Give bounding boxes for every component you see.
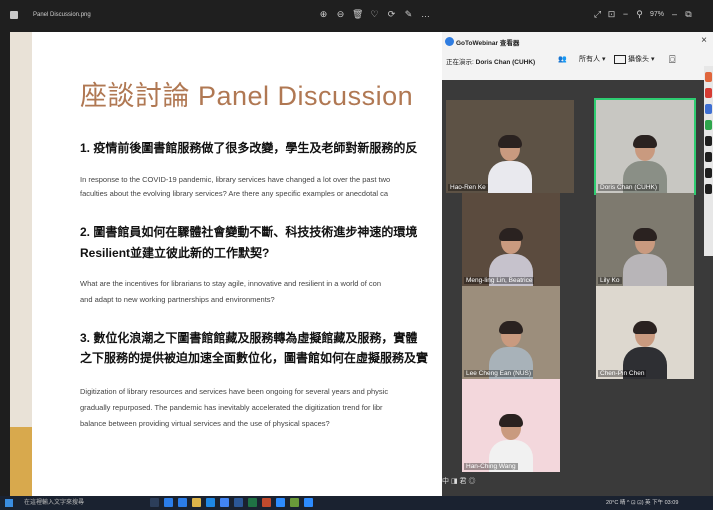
question-1-body-line-2: faculties about the evolving library ser…	[80, 189, 389, 198]
camera-dropdown[interactable]: 攝像头 ▾	[614, 52, 654, 68]
zoom-in-icon[interactable]: ⊕	[318, 9, 329, 20]
camera-icon	[614, 54, 626, 64]
audience-label: 所有人	[579, 56, 600, 63]
folder-icon[interactable]	[192, 498, 201, 507]
audience-dropdown[interactable]: 所有人 ▾	[579, 52, 605, 68]
slide-accent-band	[10, 427, 32, 496]
zoom-out-icon[interactable]: ⊖	[335, 9, 346, 20]
windows-start-icon[interactable]	[5, 499, 13, 507]
zoom-icon[interactable]: ⚲	[634, 9, 645, 20]
screen-icon[interactable]	[705, 136, 712, 146]
video-grid: Hao-Ren Ke Doris Chan (CUHK) Meng-ling L…	[442, 80, 713, 496]
participant-tile[interactable]: Doris Chan (CUHK)	[594, 98, 696, 195]
word-icon[interactable]	[234, 498, 243, 507]
question-2-body-line-2: and adapt to new working partnerships an…	[80, 295, 275, 304]
photos-app-icon	[10, 11, 18, 19]
gotowebinar-taskbar-icon[interactable]	[304, 498, 313, 507]
zoom-level: 97%	[650, 11, 665, 18]
question-1-heading: 1. 疫情前後圖書館服務做了很多改變，學生及老師對新服務的反	[80, 141, 418, 155]
question-1-body-line-1: In response to the COVID-19 pandemic, li…	[80, 175, 391, 184]
participant-tile[interactable]: Lee Cheng Ean (NUS)	[462, 286, 560, 379]
question-2-body-line-1: What are the incentives for librarians t…	[80, 279, 381, 288]
webinar-title: GoToWebinar 查看器	[456, 40, 520, 47]
photo-viewer-titlebar: Panel Discussion.png ⊕ ⊖ 🗑 ♡ ⟳ ✎ … ⤢ ⊡ −…	[0, 0, 713, 30]
slide-title: 座談討論 Panel Discussion	[80, 81, 414, 111]
task-view-icon[interactable]	[150, 498, 159, 507]
minimize-icon[interactable]: –	[669, 9, 680, 20]
blue-tool-icon[interactable]	[705, 104, 712, 114]
more-icon[interactable]: …	[420, 9, 431, 20]
restore-icon[interactable]: ⧉	[683, 9, 694, 20]
taskbar-search-box[interactable]: 在這裡輸入文字來搜尋	[24, 498, 134, 508]
minus-icon[interactable]: −	[620, 9, 631, 20]
people-icon[interactable]: 👥	[558, 52, 567, 68]
store-icon[interactable]	[206, 498, 215, 507]
participant-name: Hao-Ren Ke	[448, 184, 488, 191]
windows-taskbar: 在這裡輸入文字來搜尋 20°C 晴 ^ ⊡ ⊡) 英 下午 03:09	[0, 496, 713, 510]
favorite-icon[interactable]: ♡	[369, 9, 380, 20]
presenter-name: Doris Chan (CUHK)	[475, 59, 536, 66]
question-3-heading-line-1: 3. 數位化浪潮之下圖書館館藏及服務轉為虛擬館藏及服務，實體	[80, 331, 418, 345]
compass-icon[interactable]	[705, 184, 712, 194]
viewer-window-controls: ⤢ ⊡ − ⚲ 97% – ⧉	[592, 9, 694, 20]
app-icon[interactable]	[290, 498, 299, 507]
participant-tile[interactable]: Chen-Pin Chen	[596, 286, 694, 379]
system-tray: 20°C 晴 ^ ⊡ ⊡) 英 下午 03:09	[606, 500, 679, 506]
fullscreen-icon[interactable]: ⤢	[592, 9, 603, 20]
file-explorer-icon[interactable]	[178, 498, 187, 507]
fit-icon[interactable]: ⊡	[606, 9, 617, 20]
participant-figure	[488, 135, 532, 193]
question-3-body-line-2: gradually repurposed. The pandemic has i…	[80, 403, 383, 412]
info-icon[interactable]	[705, 152, 712, 162]
viewer-toolbar: ⊕ ⊖ 🗑 ♡ ⟳ ✎ …	[318, 9, 431, 20]
question-3-body-line-3: balance between providing virtual servic…	[80, 419, 330, 428]
question-2-heading-line-2: Resilient並建立彼此新的工作默契?	[80, 246, 270, 260]
participant-figure	[623, 228, 667, 286]
question-3-body-line-1: Digitization of library resources and se…	[80, 387, 389, 396]
webinar-side-toolbar	[704, 66, 713, 256]
settings-icon[interactable]	[705, 168, 712, 178]
rotate-icon[interactable]: ⟳	[386, 9, 397, 20]
powerpoint-icon[interactable]	[262, 498, 271, 507]
green-tool-icon[interactable]	[705, 120, 712, 130]
edge-icon[interactable]	[164, 498, 173, 507]
close-icon[interactable]: ×	[701, 35, 707, 46]
question-3-heading-line-2: 之下服務的提供被迫加速全面數位化，圖書館如何在虛擬服務及實	[80, 351, 429, 365]
participant-name: Lily Ko	[598, 277, 622, 284]
webinar-header: GoToWebinar 查看器 × 正在演示: Doris Chan (CUHK…	[442, 32, 713, 80]
participant-name: Chen-Pin Chen	[598, 370, 647, 377]
zoom-app-icon[interactable]	[276, 498, 285, 507]
presenter-info: 正在演示: Doris Chan (CUHK)	[446, 56, 535, 66]
participant-tile[interactable]: Meng-ling Lin, Beatrice	[462, 193, 560, 286]
webinar-footer-controls[interactable]: 中 ◨ 君 ◎	[442, 476, 482, 492]
orange-tool-icon[interactable]	[705, 72, 712, 82]
camera-label: 攝像头	[628, 56, 649, 63]
participant-tile[interactable]: Han-Ching Wang	[462, 379, 560, 472]
participant-tile[interactable]: Hao-Ren Ke	[446, 100, 574, 193]
participant-name: Lee Cheng Ean (NUS)	[464, 370, 534, 377]
chrome-icon[interactable]	[220, 498, 229, 507]
participant-name: Han-Ching Wang	[464, 463, 518, 470]
presentation-slide: 座談討論 Panel Discussion 1. 疫情前後圖書館服務做了很多改變…	[10, 32, 442, 496]
participant-name: Doris Chan (CUHK)	[598, 184, 660, 191]
file-name: Panel Discussion.png	[33, 12, 91, 18]
participant-tile[interactable]: Lily Ko	[596, 193, 694, 286]
taskbar-apps	[150, 498, 313, 507]
question-2-heading-line-1: 2. 圖書館員如何在驟體社會變動不斷、科技技術進步神速的環境	[80, 225, 418, 239]
edit-icon[interactable]: ✎	[403, 9, 414, 20]
excel-icon[interactable]	[248, 498, 257, 507]
gotowebinar-logo-icon	[445, 37, 454, 46]
presenter-label: 正在演示:	[446, 59, 474, 66]
screenshot-icon[interactable]: ⌼	[669, 52, 676, 68]
gotowebinar-viewer: GoToWebinar 查看器 × 正在演示: Doris Chan (CUHK…	[442, 32, 713, 496]
participant-name: Meng-ling Lin, Beatrice	[464, 277, 535, 284]
delete-icon[interactable]: 🗑	[352, 9, 363, 20]
microphone-icon[interactable]	[705, 88, 712, 98]
